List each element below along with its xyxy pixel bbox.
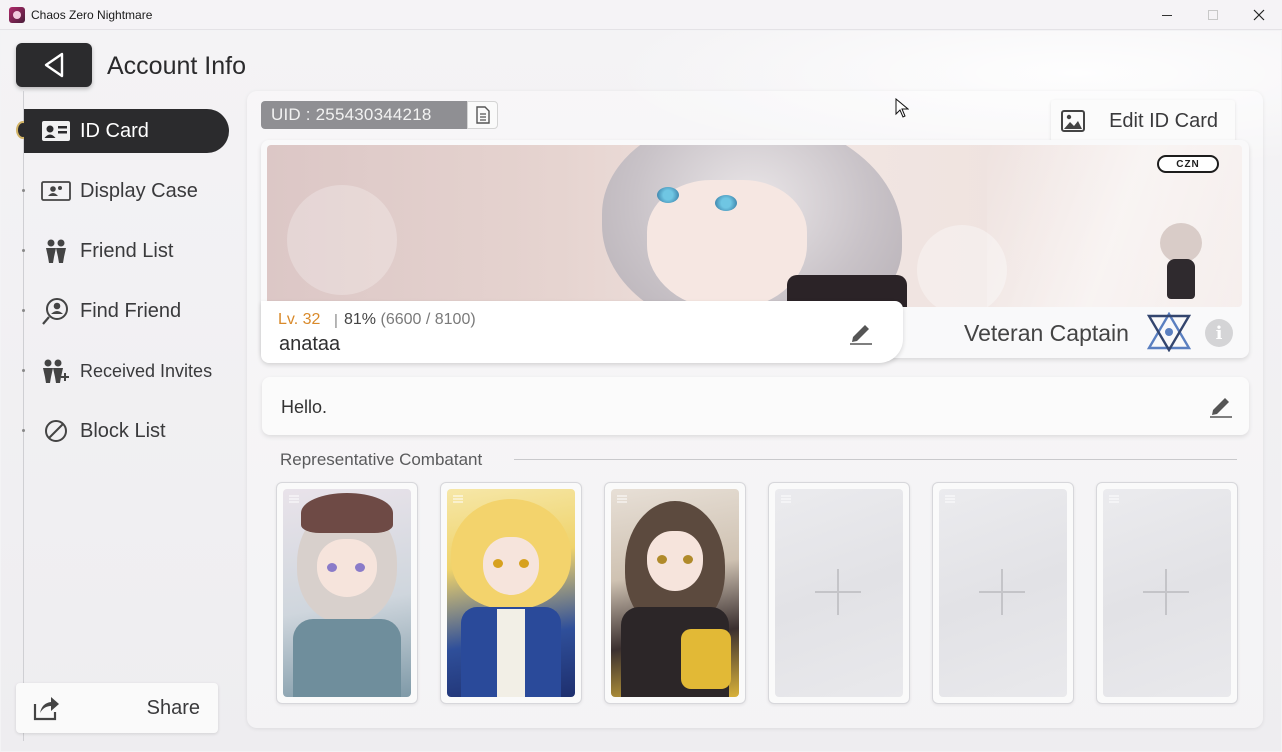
combatant-slot-3[interactable] [604, 482, 746, 704]
edit-name-button[interactable] [848, 321, 874, 345]
minimize-button[interactable] [1144, 0, 1190, 30]
player-title: Veteran Captain [964, 320, 1129, 346]
title-badge-icon [1145, 311, 1193, 353]
id-card-icon [40, 119, 72, 143]
invite-icon [40, 359, 72, 383]
copy-icon [475, 106, 490, 124]
combatant-portrait [611, 489, 739, 697]
page-title: Account Info [107, 52, 246, 80]
edit-id-card-label: Edit ID Card [1109, 109, 1218, 132]
add-combatant-icon [815, 569, 861, 615]
edit-id-card-button[interactable]: Edit ID Card [1051, 100, 1235, 142]
close-button[interactable] [1236, 0, 1282, 30]
close-icon [1253, 9, 1265, 21]
section-divider [514, 459, 1237, 460]
pencil-icon [1210, 398, 1232, 418]
image-icon [1061, 110, 1087, 132]
combatant-slot-1[interactable] [276, 482, 418, 704]
sidebar-item-label: Display Case [80, 179, 198, 202]
sidebar-item-block-list[interactable]: Block List [22, 409, 229, 453]
exp-detail: (6600 / 8100) [380, 311, 476, 328]
sidebar-item-received-invites[interactable]: Received Invites [22, 349, 229, 393]
id-card-banner: CZN [267, 145, 1242, 307]
app-icon [9, 6, 25, 23]
share-button[interactable]: Share [16, 683, 218, 733]
sidebar-item-label: ID Card [80, 119, 149, 142]
sidebar-item-label: Received Invites [80, 360, 213, 381]
sidebar-item-id-card[interactable]: ID Card [24, 109, 229, 153]
block-icon [40, 419, 72, 443]
sidebar-item-display-case[interactable]: Display Case [22, 169, 229, 213]
info-icon[interactable]: i [1205, 319, 1233, 347]
uid-display: UID : 255430344218 [261, 101, 467, 129]
chibi-figure [1160, 223, 1202, 263]
copy-uid-button[interactable] [467, 101, 498, 129]
friends-icon [40, 239, 72, 263]
sidebar-item-label: Block List [80, 419, 166, 442]
exp-progress: 81% (6600 / 8100) [344, 311, 476, 329]
section-title-representative-combatant: Representative Combatant [280, 450, 483, 469]
back-button[interactable] [16, 43, 92, 87]
edit-bio-button[interactable] [1208, 394, 1234, 418]
sidebar-item-label: Friend List [80, 239, 174, 262]
game-logo: CZN [1157, 155, 1219, 173]
window-titlebar: Chaos Zero Nightmare [0, 0, 1282, 30]
combatant-slot-empty-6[interactable] [1096, 482, 1238, 704]
share-icon [32, 693, 62, 723]
pencil-icon [850, 325, 872, 345]
back-arrow-icon [44, 52, 64, 78]
display-case-icon [40, 179, 72, 203]
username: anataa [279, 333, 341, 355]
add-combatant-icon [979, 569, 1025, 615]
window-title: Chaos Zero Nightmare [31, 7, 153, 22]
level-separator: | [334, 312, 338, 329]
sidebar-item-find-friend[interactable]: Find Friend [22, 289, 229, 333]
add-combatant-icon [1143, 569, 1189, 615]
sidebar-item-label: Find Friend [80, 299, 182, 322]
combatant-slot-empty-4[interactable] [768, 482, 910, 704]
exp-percent: 81% [344, 311, 377, 328]
combatant-portrait [283, 489, 411, 697]
find-friend-icon [40, 298, 72, 325]
combatant-slot-empty-5[interactable] [932, 482, 1074, 704]
level-label: Lv. 32 [278, 311, 321, 328]
share-label: Share [146, 696, 200, 719]
combatant-portrait [447, 489, 575, 697]
maximize-button[interactable] [1190, 0, 1236, 30]
bio-box [262, 377, 1249, 435]
sidebar-item-friend-list[interactable]: Friend List [22, 229, 229, 273]
mouse-cursor-icon [895, 97, 910, 118]
bio-text: Hello. [281, 397, 328, 417]
combatant-slot-2[interactable] [440, 482, 582, 704]
